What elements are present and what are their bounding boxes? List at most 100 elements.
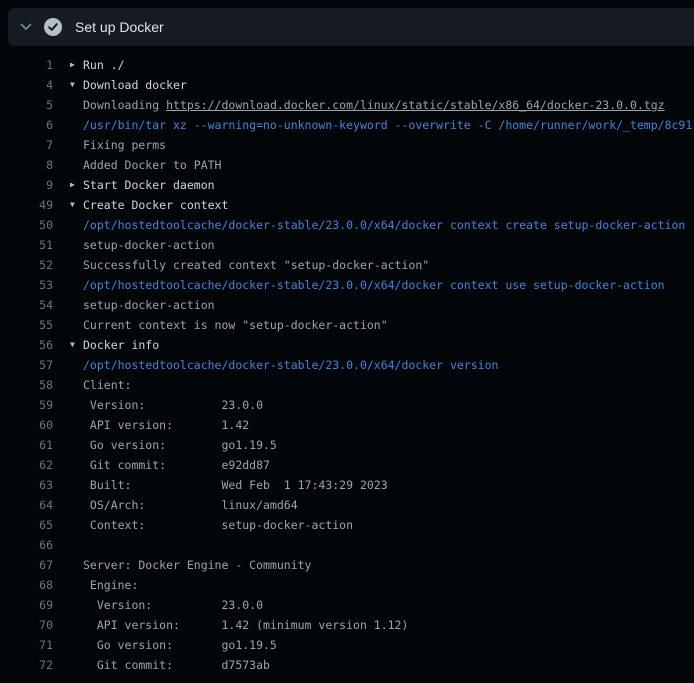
group-toggle-icon[interactable]: ▶: [70, 175, 83, 195]
log-row: 7 Fixing perms: [0, 135, 694, 155]
group-toggle-icon[interactable]: ▼: [70, 75, 83, 95]
log-row: 71 Go version: go1.19.5: [0, 635, 694, 655]
log-text: Added Docker to PATH: [83, 155, 221, 175]
line-number[interactable]: 72: [0, 655, 53, 675]
group-toggle-icon[interactable]: ▼: [70, 335, 83, 355]
line-number[interactable]: 69: [0, 595, 53, 615]
log-text: Go version: go1.19.5: [83, 635, 277, 655]
line-number[interactable]: 62: [0, 455, 53, 475]
line-number[interactable]: 65: [0, 515, 53, 535]
log-row: 53 /opt/hostedtoolcache/docker-stable/23…: [0, 275, 694, 295]
log-text: Fixing perms: [83, 135, 166, 155]
log-row: 72 Git commit: d7573ab: [0, 655, 694, 675]
group-toggle-icon[interactable]: ▼: [70, 195, 83, 215]
log-row: 4 ▼ Download docker: [0, 75, 694, 95]
line-number[interactable]: 49: [0, 195, 53, 215]
line-number[interactable]: 5: [0, 95, 53, 115]
log-row: 1 ▶ Run ./: [0, 55, 694, 75]
line-number[interactable]: 71: [0, 635, 53, 655]
log-row: 63 Built: Wed Feb 1 17:43:29 2023: [0, 475, 694, 495]
log-text: setup-docker-action: [83, 295, 215, 315]
line-number[interactable]: 1: [0, 55, 53, 75]
log-row: 67 Server: Docker Engine - Community: [0, 555, 694, 575]
log-text: Download docker: [83, 75, 187, 95]
line-number[interactable]: 7: [0, 135, 53, 155]
log-row: 60 API version: 1.42: [0, 415, 694, 435]
log-row: 70 API version: 1.42 (minimum version 1.…: [0, 615, 694, 635]
log-text: /opt/hostedtoolcache/docker-stable/23.0.…: [83, 215, 685, 235]
line-number[interactable]: 4: [0, 75, 53, 95]
log-text: Server: Docker Engine - Community: [83, 555, 311, 575]
log-row: 64 OS/Arch: linux/amd64: [0, 495, 694, 515]
log-row: 62 Git commit: e92dd87: [0, 455, 694, 475]
line-number[interactable]: 60: [0, 415, 53, 435]
line-number[interactable]: 55: [0, 315, 53, 335]
log-text: API version: 1.42 (minimum version 1.12): [83, 615, 408, 635]
log-text: /opt/hostedtoolcache/docker-stable/23.0.…: [83, 275, 665, 295]
line-number[interactable]: 57: [0, 355, 53, 375]
line-number[interactable]: 50: [0, 215, 53, 235]
log-text: Engine:: [83, 575, 138, 595]
step-title: Set up Docker: [75, 19, 164, 35]
line-number[interactable]: 67: [0, 555, 53, 575]
line-number[interactable]: 58: [0, 375, 53, 395]
line-number[interactable]: 6: [0, 115, 53, 135]
log-row: 55 Current context is now "setup-docker-…: [0, 315, 694, 335]
log-row: 8 Added Docker to PATH: [0, 155, 694, 175]
log-row: 68 Engine:: [0, 575, 694, 595]
log-text: Current context is now "setup-docker-act…: [83, 315, 388, 335]
log-text: Version: 23.0.0: [83, 395, 263, 415]
log-text: Create Docker context: [83, 195, 228, 215]
line-number[interactable]: 51: [0, 235, 53, 255]
line-number[interactable]: 64: [0, 495, 53, 515]
line-number[interactable]: 52: [0, 255, 53, 275]
log-text: Git commit: e92dd87: [83, 455, 270, 475]
log-row: 9 ▶ Start Docker daemon: [0, 175, 694, 195]
log-text: Git commit: d7573ab: [83, 655, 270, 675]
log-text: /usr/bin/tar xz --warning=no-unknown-key…: [83, 115, 692, 135]
line-number[interactable]: 53: [0, 275, 53, 295]
log-lines: 1 ▶ Run ./ 4 ▼ Download docker 5 Downloa…: [0, 46, 694, 675]
group-toggle-icon[interactable]: ▶: [70, 55, 83, 75]
chevron-down-icon[interactable]: [19, 20, 33, 34]
log-text: Run ./: [83, 55, 125, 75]
log-text: Context: setup-docker-action: [83, 515, 353, 535]
log-text: /opt/hostedtoolcache/docker-stable/23.0.…: [83, 355, 498, 375]
log-row: 51 setup-docker-action: [0, 235, 694, 255]
log-text: Start Docker daemon: [83, 175, 215, 195]
log-row: 66: [0, 535, 694, 555]
line-number[interactable]: 9: [0, 175, 53, 195]
download-url-link[interactable]: https://download.docker.com/linux/static…: [166, 98, 665, 112]
log-row: 6 /usr/bin/tar xz --warning=no-unknown-k…: [0, 115, 694, 135]
log-row: 49 ▼ Create Docker context: [0, 195, 694, 215]
line-number[interactable]: 70: [0, 615, 53, 635]
log-row: 50 /opt/hostedtoolcache/docker-stable/23…: [0, 215, 694, 235]
log-row: 56 ▼ Docker info: [0, 335, 694, 355]
line-number[interactable]: 61: [0, 435, 53, 455]
log-row: 57 /opt/hostedtoolcache/docker-stable/23…: [0, 355, 694, 375]
log-row: 52 Successfully created context "setup-d…: [0, 255, 694, 275]
log-text: Docker info: [83, 335, 159, 355]
line-number[interactable]: 8: [0, 155, 53, 175]
log-text: OS/Arch: linux/amd64: [83, 495, 298, 515]
log-row: 61 Go version: go1.19.5: [0, 435, 694, 455]
line-number[interactable]: 54: [0, 295, 53, 315]
step-header[interactable]: Set up Docker: [8, 8, 694, 46]
log-text: Built: Wed Feb 1 17:43:29 2023: [83, 475, 388, 495]
log-row: 58 Client:: [0, 375, 694, 395]
log-text: Go version: go1.19.5: [83, 435, 277, 455]
log-text: Version: 23.0.0: [83, 595, 263, 615]
log-text: Client:: [83, 375, 131, 395]
line-number[interactable]: 59: [0, 395, 53, 415]
log-row: 5 Downloading https://download.docker.co…: [0, 95, 694, 115]
log-row: 65 Context: setup-docker-action: [0, 515, 694, 535]
line-number[interactable]: 68: [0, 575, 53, 595]
log-row: 69 Version: 23.0.0: [0, 595, 694, 615]
line-number[interactable]: 56: [0, 335, 53, 355]
log-text: Downloading https://download.docker.com/…: [83, 95, 665, 115]
line-number[interactable]: 66: [0, 535, 53, 555]
check-circle-icon: [44, 18, 62, 36]
line-number[interactable]: 63: [0, 475, 53, 495]
log-text: setup-docker-action: [83, 235, 215, 255]
log-row: 59 Version: 23.0.0: [0, 395, 694, 415]
